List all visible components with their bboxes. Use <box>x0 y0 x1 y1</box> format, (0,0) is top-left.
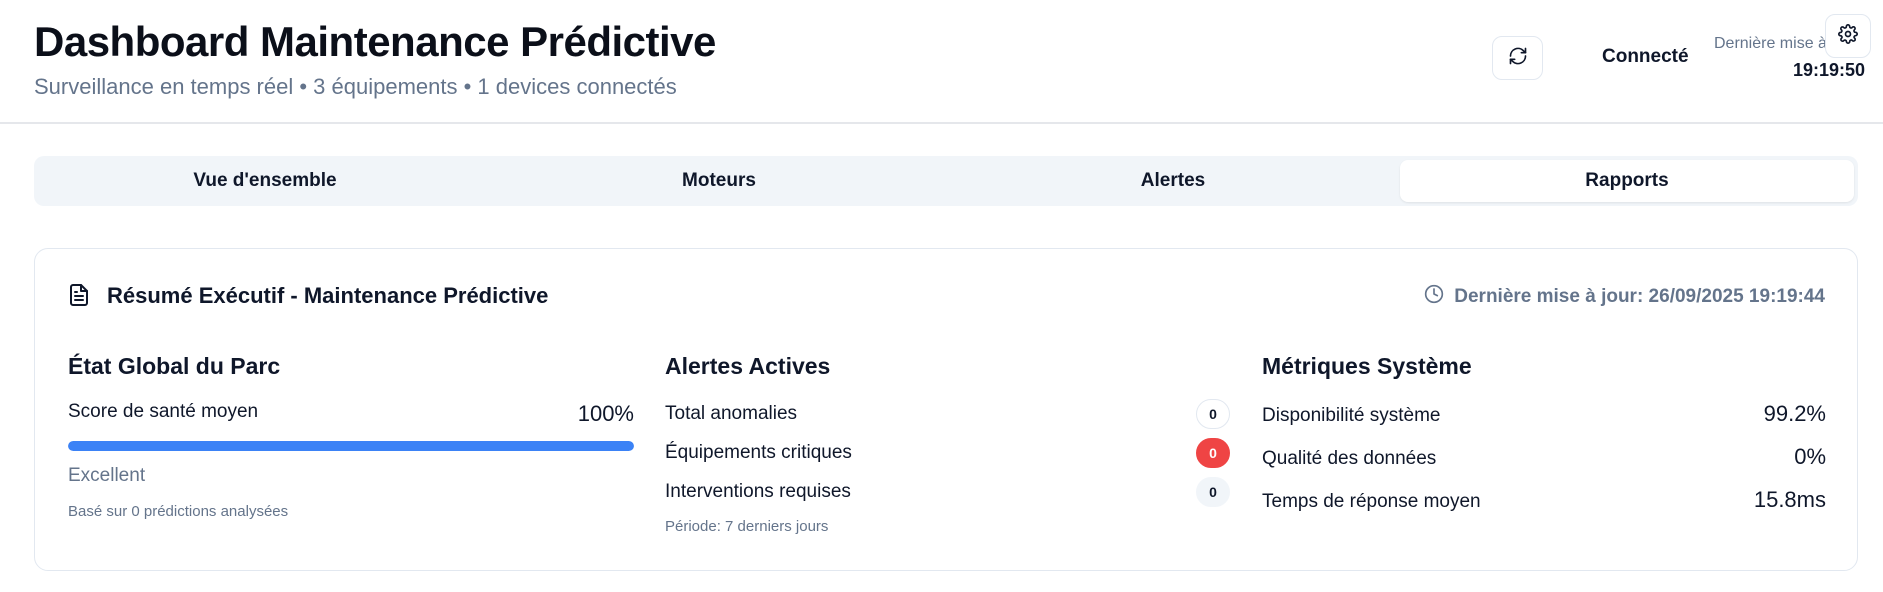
active-alerts-section: Alertes Actives Total anomalies 0 Équipe… <box>665 353 1230 535</box>
alert-row-critical: Équipements critiques 0 <box>665 438 1230 468</box>
alert-label: Équipements critiques <box>665 442 852 463</box>
gear-icon <box>1838 23 1858 49</box>
header: Dashboard Maintenance Prédictive Surveil… <box>0 0 1883 124</box>
alert-row-total: Total anomalies 0 <box>665 399 1230 429</box>
alerts-period: Période: 7 derniers jours <box>665 518 829 535</box>
metric-row-response-time: Temps de réponse moyen 15.8ms <box>1262 487 1826 517</box>
connection-status: Connecté <box>1602 46 1689 67</box>
card-last-update-text: Dernière mise à jour: 26/09/2025 19:19:4… <box>1454 286 1825 307</box>
tab-overview[interactable]: Vue d'ensemble <box>38 160 492 202</box>
card-last-update: Dernière mise à jour: 26/09/2025 19:19:4… <box>1424 284 1825 310</box>
metric-label: Temps de réponse moyen <box>1262 491 1481 512</box>
tab-rapports[interactable]: Rapports <box>1400 160 1854 202</box>
metric-label: Disponibilité système <box>1262 405 1441 426</box>
metric-label: Qualité des données <box>1262 448 1437 469</box>
alert-label: Total anomalies <box>665 403 798 424</box>
refresh-button[interactable] <box>1492 36 1543 80</box>
document-icon <box>67 282 91 313</box>
health-basis: Basé sur 0 prédictions analysées <box>68 503 289 520</box>
global-state-title: État Global du Parc <box>68 353 281 379</box>
alert-row-interventions: Interventions requises 0 <box>665 477 1230 507</box>
metric-value: 0% <box>1794 444 1826 469</box>
count-badge: 0 <box>1196 399 1230 429</box>
metric-row-availability: Disponibilité système 99.2% <box>1262 401 1826 431</box>
alert-label: Interventions requises <box>665 481 851 502</box>
health-status: Excellent <box>68 465 146 486</box>
active-alerts-title: Alertes Actives <box>665 353 831 379</box>
tab-moteurs[interactable]: Moteurs <box>492 160 946 202</box>
page-title: Dashboard Maintenance Prédictive <box>34 18 716 65</box>
metric-value: 15.8ms <box>1753 487 1826 512</box>
critical-count-badge: 0 <box>1196 438 1230 468</box>
refresh-icon <box>1508 46 1528 71</box>
executive-summary-card: Résumé Exécutif - Maintenance Prédictive… <box>34 248 1858 571</box>
health-score-value: 100% <box>577 401 634 426</box>
tab-bar: Vue d'ensemble Moteurs Alertes Rapports <box>34 156 1858 206</box>
settings-button[interactable] <box>1825 14 1871 58</box>
health-progress-fill <box>68 441 634 451</box>
health-progress-bar <box>68 441 634 451</box>
global-state-section: État Global du Parc Score de santé moyen… <box>68 353 634 520</box>
system-metrics-title: Métriques Système <box>1262 353 1472 379</box>
card-title: Résumé Exécutif - Maintenance Prédictive <box>107 283 549 308</box>
system-metrics-section: Métriques Système Disponibilité système … <box>1262 353 1826 512</box>
clock-icon <box>1424 284 1444 310</box>
count-badge: 0 <box>1196 477 1230 507</box>
metric-value: 99.2% <box>1763 401 1826 426</box>
health-score-label: Score de santé moyen <box>68 401 259 422</box>
last-update-time: 19:19:50 <box>1793 60 1866 80</box>
metric-row-data-quality: Qualité des données 0% <box>1262 444 1826 474</box>
last-update-label: Dernière mise à <box>1714 35 1827 52</box>
tab-alertes[interactable]: Alertes <box>946 160 1400 202</box>
page-subtitle: Surveillance en temps réel • 3 équipemen… <box>34 74 677 99</box>
